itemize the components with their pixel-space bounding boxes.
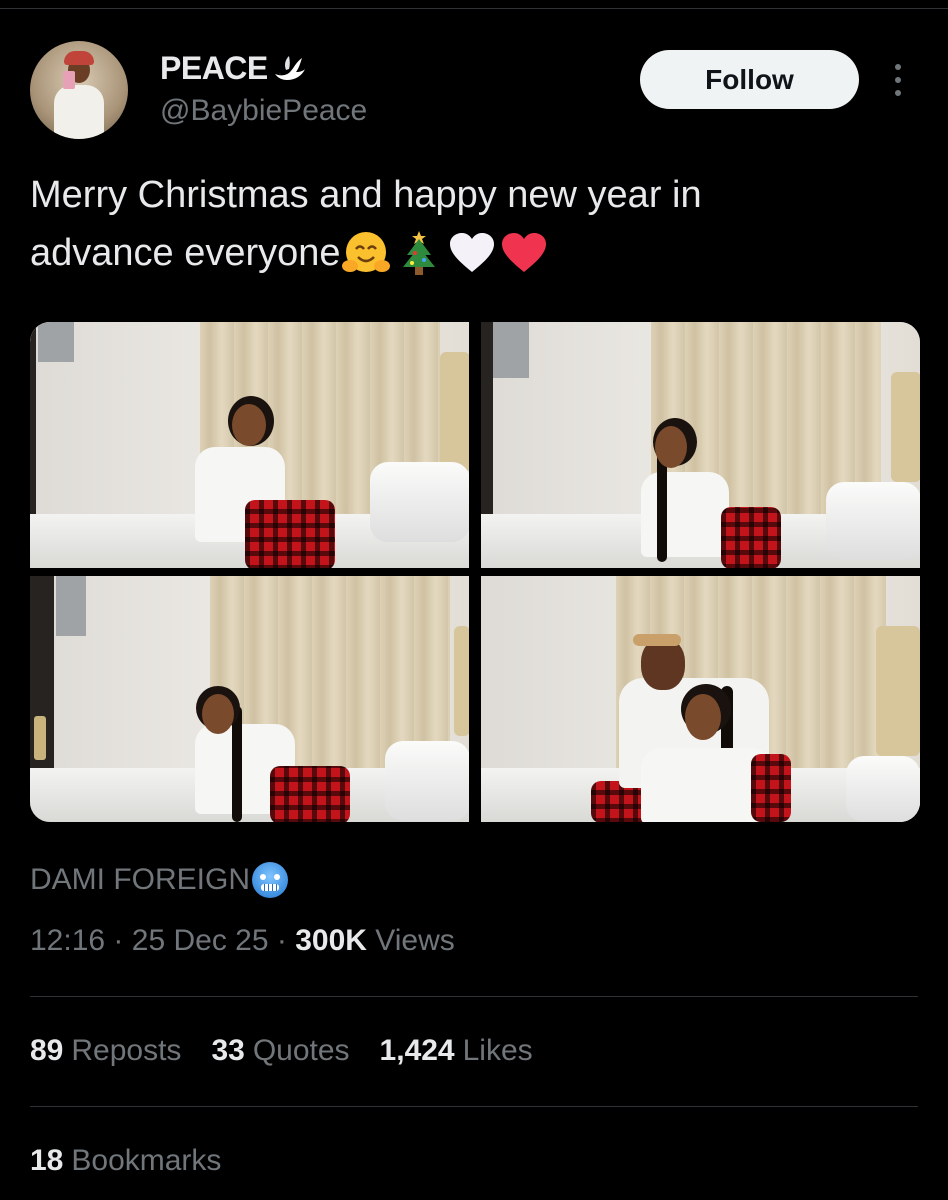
reposts-count: 89 <box>30 1034 64 1067</box>
photo-person-pants <box>751 754 791 822</box>
more-dot <box>895 64 901 70</box>
quotes-count: 33 <box>211 1034 245 1067</box>
photo-sunglasses <box>633 634 681 646</box>
dove-icon <box>274 55 305 80</box>
meta-separator-dot: · <box>113 924 124 957</box>
christmas-tree-icon <box>402 231 435 275</box>
quotes-label: Quotes <box>252 1034 350 1067</box>
avatar[interactable] <box>30 41 128 139</box>
more-vertical-icon[interactable] <box>888 60 908 100</box>
photo-person-face <box>655 426 687 468</box>
display-name[interactable]: PEACE <box>160 50 306 87</box>
bookmarks-count: 18 <box>30 1144 64 1177</box>
engagement-stats: 89 Reposts 33 Quotes 1,424 Likes <box>30 1034 563 1068</box>
photo-headboard <box>876 626 920 756</box>
meta-separator-dot: · <box>276 924 287 957</box>
photo-pillow <box>826 482 920 560</box>
avatar-headwrap <box>64 51 94 65</box>
media-photo-4[interactable] <box>481 576 920 822</box>
meta-separator: · <box>269 924 296 958</box>
views-label: Views <box>375 924 455 957</box>
tweet-time[interactable]: 12:16 <box>30 924 105 958</box>
likes-stat[interactable]: 1,424 Likes <box>380 1034 533 1068</box>
reposts-label: Reposts <box>71 1034 182 1067</box>
bookmarks-label: Bookmarks <box>71 1144 222 1177</box>
reposts-stat[interactable]: 89 Reposts <box>30 1034 181 1068</box>
photo-person-pants <box>270 766 350 822</box>
divider <box>30 1106 918 1107</box>
photo-person-face <box>232 404 266 446</box>
author-handle[interactable]: @BaybiePeace <box>160 94 367 128</box>
meta-space <box>367 924 375 958</box>
photo-person-pants <box>245 500 335 568</box>
tweet-meta: 12:16 · 25 Dec 25 · 300K Views <box>30 924 455 958</box>
photo-pillow <box>370 462 469 542</box>
tweet-caption: DAMI FOREIGN <box>30 862 289 898</box>
meta-separator: · <box>105 924 132 958</box>
likes-count: 1,424 <box>379 1034 455 1067</box>
display-name-text: PEACE <box>160 50 268 86</box>
photo-person-top <box>641 472 729 557</box>
photo-window <box>493 322 529 378</box>
caption-text: DAMI FOREIGN <box>30 863 251 896</box>
photo-door-handle <box>34 716 46 760</box>
views-count: 300K <box>295 924 367 957</box>
photo-person-face <box>202 694 234 734</box>
tweet-text-line-2-words: advance everyone <box>30 232 341 274</box>
photo-person-pants <box>721 507 781 568</box>
top-divider <box>0 8 948 9</box>
avatar-phone <box>63 71 75 89</box>
tweet-text-line-2: advance everyone <box>30 224 910 282</box>
photo-pillow <box>846 756 920 822</box>
red-heart-icon <box>501 233 546 272</box>
photo-window <box>56 576 86 636</box>
cold-face-icon <box>252 862 289 898</box>
white-heart-icon <box>449 233 494 272</box>
tweet-text: Merry Christmas and happy new year in ad… <box>30 166 910 282</box>
divider <box>30 996 918 997</box>
media-grid <box>30 322 920 822</box>
photo-headboard <box>891 372 920 482</box>
photo-person-face <box>685 694 721 740</box>
hugging-face-icon <box>341 232 390 272</box>
avatar-shirt <box>54 85 104 139</box>
follow-button[interactable]: Follow <box>640 50 859 109</box>
photo-window <box>38 322 74 362</box>
media-photo-3[interactable] <box>30 576 469 822</box>
media-photo-2[interactable] <box>481 322 920 568</box>
more-dot <box>895 77 901 83</box>
photo-pillow <box>385 741 469 821</box>
photo-headboard <box>440 352 469 472</box>
photo-headboard <box>454 626 469 736</box>
tweet-date[interactable]: 25 Dec 25 <box>132 924 269 958</box>
likes-label: Likes <box>462 1034 533 1067</box>
bookmarks-stat[interactable]: 18 Bookmarks <box>30 1144 221 1178</box>
media-photo-1[interactable] <box>30 322 469 568</box>
quotes-stat[interactable]: 33 Quotes <box>211 1034 349 1068</box>
tweet-text-line-1: Merry Christmas and happy new year in <box>30 174 702 216</box>
more-dot <box>895 90 901 96</box>
